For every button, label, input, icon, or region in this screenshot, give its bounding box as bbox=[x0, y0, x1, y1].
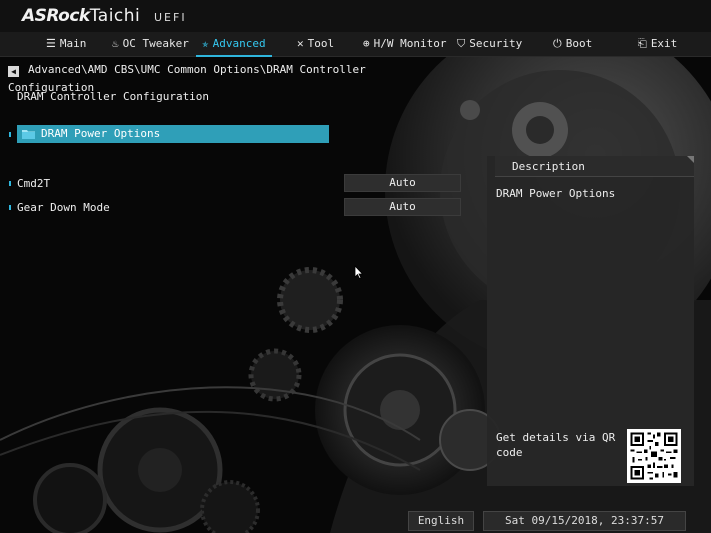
setting-label-cmd2t: Cmd2T bbox=[17, 177, 51, 190]
submenu-label: DRAM Power Options bbox=[41, 127, 161, 140]
qr-code-icon bbox=[627, 429, 681, 483]
tab-hw-monitor[interactable]: ⊕ H/W Monitor bbox=[363, 32, 446, 56]
qr-hint-text: Get details via QR code bbox=[496, 431, 616, 459]
tab-advanced-label: Advanced bbox=[212, 37, 266, 50]
tab-hw-monitor-label: H/W Monitor bbox=[373, 37, 447, 50]
datetime-display: Sat 09/15/2018, 23:37:57 bbox=[483, 511, 686, 531]
flame-icon: ♨ bbox=[112, 37, 119, 50]
tools-icon: ✕ bbox=[297, 37, 304, 50]
tab-exit-label: Exit bbox=[650, 37, 678, 50]
description-title: Description bbox=[512, 160, 585, 173]
tab-security-label: Security bbox=[469, 37, 523, 50]
brand-logo: ASRockTaichi bbox=[22, 6, 140, 26]
row-marker bbox=[9, 132, 11, 137]
tab-boot-label: Boot bbox=[565, 37, 593, 50]
row-marker bbox=[9, 181, 11, 186]
corner-tab-icon bbox=[687, 156, 694, 163]
brand-name-light: Taichi bbox=[89, 6, 141, 26]
submenu-dram-power-options[interactable]: DRAM Power Options bbox=[17, 125, 329, 143]
tab-security[interactable]: ⛉ Security bbox=[457, 32, 522, 56]
page-title: DRAM Controller Configuration bbox=[17, 90, 210, 103]
shield-icon: ⛉ bbox=[457, 37, 466, 50]
tab-tool-label: Tool bbox=[307, 37, 335, 50]
breadcrumb: ◀ Advanced\AMD CBS\UMC Common Options\DRA… bbox=[8, 61, 428, 94]
main-nav: ☰ Main ♨ OC Tweaker ✯ Advanced ✕ Tool ⊕ H/W M… bbox=[0, 32, 711, 57]
tab-main-label: Main bbox=[59, 37, 87, 50]
description-text: DRAM Power Options bbox=[496, 187, 616, 200]
tab-tool[interactable]: ✕ Tool bbox=[297, 32, 334, 56]
exit-icon: ⎗ bbox=[638, 37, 647, 50]
tab-boot[interactable]: ⏻ Boot bbox=[553, 32, 592, 56]
list-icon: ☰ bbox=[46, 37, 56, 50]
brand-name-bold: ASRock bbox=[22, 6, 90, 26]
power-icon: ⏻ bbox=[553, 37, 562, 50]
tab-exit[interactable]: ⎗ Exit bbox=[638, 32, 677, 56]
brand-bar: ASRockTaichi UEFI bbox=[0, 0, 711, 32]
uefi-tag: UEFI bbox=[154, 11, 187, 24]
tab-main[interactable]: ☰ Main bbox=[46, 32, 86, 56]
star-icon: ✯ bbox=[202, 37, 209, 50]
mouse-cursor-icon bbox=[354, 265, 364, 279]
description-header: Description bbox=[495, 156, 694, 177]
tab-advanced[interactable]: ✯ Advanced bbox=[196, 32, 272, 57]
monitor-icon: ⊕ bbox=[363, 37, 370, 50]
tab-oc-tweaker-label: OC Tweaker bbox=[122, 37, 189, 50]
setting-label-gear-down-mode: Gear Down Mode bbox=[17, 201, 110, 214]
back-arrow-icon[interactable]: ◀ bbox=[8, 66, 19, 77]
tab-oc-tweaker[interactable]: ♨ OC Tweaker bbox=[112, 32, 189, 56]
folder-icon bbox=[22, 130, 35, 139]
description-panel: Description DRAM Power Options Get detai… bbox=[487, 156, 694, 486]
language-button[interactable]: English bbox=[408, 511, 474, 531]
cmd2t-select[interactable]: Auto bbox=[344, 174, 461, 192]
gear-down-mode-select[interactable]: Auto bbox=[344, 198, 461, 216]
row-marker bbox=[9, 205, 11, 210]
